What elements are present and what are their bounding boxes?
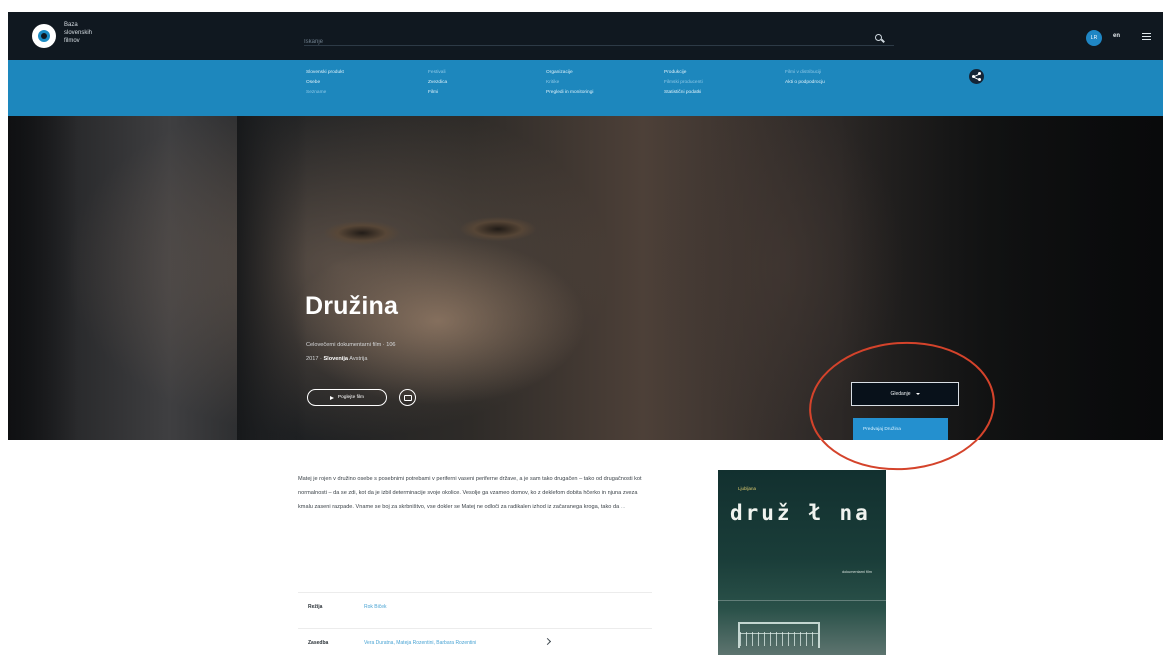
nav-item[interactable]: Akti o podpodrocju <box>785 78 825 88</box>
search-icon[interactable] <box>875 34 882 41</box>
language-selector[interactable]: en <box>1113 33 1120 39</box>
nav-item[interactable]: Festivali <box>428 68 447 78</box>
nav-item[interactable]: Produkcije <box>664 68 703 78</box>
watch-button-label: Poglejte film <box>337 395 365 400</box>
nav-item[interactable]: Filmski producenti <box>664 78 703 88</box>
hero-image-eye <box>324 221 400 245</box>
nav-column-1: Slovenski produkt Osebe Sezname <box>306 68 344 98</box>
search-field <box>304 30 894 49</box>
watch-button[interactable]: Poglejte film <box>307 389 387 406</box>
search-input[interactable] <box>304 35 864 49</box>
poster-top-text: Ljubljana <box>738 486 757 491</box>
nav-column-5: Filmi v distribuciji Akti o podpodrocju <box>785 68 825 88</box>
film-year: 2017 <box>306 356 319 362</box>
menu-icon[interactable] <box>1142 33 1151 40</box>
film-country[interactable]: Slovenija <box>323 356 348 362</box>
nav-item[interactable]: Statistični podatki <box>664 88 703 98</box>
poster-divider <box>718 600 886 601</box>
poster-subtitle: dokumentarni film <box>842 570 872 574</box>
nav-column-2: Festivali Zvezdica Filmi <box>428 68 447 98</box>
nav-item[interactable]: Pregledi in monitoringi <box>546 88 593 98</box>
brand-text[interactable]: Baza slovenskih filmov <box>64 21 92 45</box>
watchlist-icon[interactable] <box>399 389 416 406</box>
page: Baza slovenskih filmov LR en Slovenski p… <box>0 0 1163 655</box>
nav-item[interactable]: Zvezdica <box>428 78 447 88</box>
top-header: Baza slovenskih filmov LR en <box>8 12 1163 60</box>
nav-item[interactable]: Sezname <box>306 88 344 98</box>
logo-icon[interactable] <box>32 24 56 48</box>
film-poster[interactable]: Ljubljana druž ł na dokumentarni film <box>718 470 886 655</box>
poster-title: druž ł na <box>730 501 871 525</box>
hero-shadow-left <box>8 116 78 440</box>
poster-crib-slats <box>740 632 818 646</box>
nav-column-3: Organizacije Kritike Pregledi in monitor… <box>546 68 593 98</box>
main-navigation: Slovenski produkt Osebe Sezname Festival… <box>8 60 1163 116</box>
credit-label: Režija <box>308 604 323 610</box>
nav-item[interactable]: Filmi <box>428 88 447 98</box>
read-more-link[interactable]: ... <box>621 504 626 510</box>
share-icon[interactable] <box>969 69 984 84</box>
film-country-extra[interactable]: Avstrija <box>349 356 367 362</box>
nav-item[interactable]: Kritike <box>546 78 593 88</box>
credit-value-link[interactable]: Rok Biček <box>364 604 387 610</box>
user-avatar[interactable]: LR <box>1086 30 1102 46</box>
film-meta-origin: 2017 · Slovenija Avstrija <box>306 356 368 362</box>
nav-item[interactable]: Filmi v distribuciji <box>785 68 825 78</box>
film-meta-type: Celovečerni dokumentarni film · 106 <box>306 342 396 348</box>
nav-item[interactable]: Osebe <box>306 78 344 88</box>
nav-column-4: Produkcije Filmski producenti Statističn… <box>664 68 703 98</box>
play-icon <box>329 395 334 400</box>
expand-icon[interactable] <box>543 637 552 646</box>
credit-row-cast: Zasedba Vera Duratna, Mateja Rozentini, … <box>298 628 652 652</box>
credit-label: Zasedba <box>308 640 329 646</box>
nav-item[interactable]: Slovenski produkt <box>306 68 344 78</box>
hero-image-eye <box>460 217 536 241</box>
nav-item[interactable]: Organizacije <box>546 68 593 78</box>
synopsis: Matej je rojen v družino osebe s posebni… <box>298 473 644 515</box>
film-title: Družina <box>305 292 399 320</box>
synopsis-text: Matej je rojen v družino osebe s posebni… <box>298 476 642 510</box>
credit-value-link[interactable]: Vera Duratna, Mateja Rozentini, Barbara … <box>364 640 476 646</box>
credit-row-director: Režija Rok Biček <box>298 592 652 616</box>
hero-shadow-band <box>237 116 307 440</box>
